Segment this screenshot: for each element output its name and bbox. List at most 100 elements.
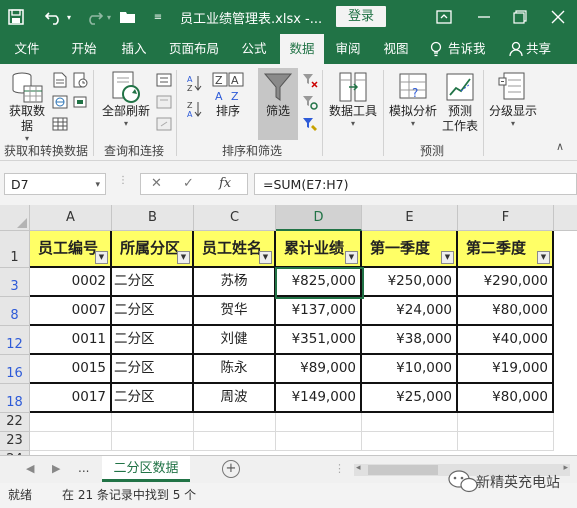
table-cell[interactable]: 0007 — [30, 297, 112, 326]
advanced-filter-icon[interactable] — [302, 116, 318, 132]
table-cell[interactable]: 苏杨 — [194, 268, 276, 297]
table-cell[interactable]: 二分区 — [112, 297, 194, 326]
table-cell[interactable]: ¥89,000 — [276, 355, 362, 384]
table-cell[interactable]: ¥137,000 — [276, 297, 362, 326]
empty-cell[interactable] — [194, 413, 276, 432]
chevron-down-icon[interactable]: ▾ — [95, 174, 100, 196]
row-header-8[interactable]: 8 — [0, 297, 30, 326]
row-header-16[interactable]: 16 — [0, 355, 30, 384]
column-header-e[interactable]: E — [362, 205, 458, 231]
filter-dropdown-icon[interactable]: ▼ — [537, 251, 550, 264]
tab-share[interactable]: 共享 — [526, 34, 558, 64]
empty-cell[interactable] — [362, 413, 458, 432]
empty-cell[interactable] — [362, 432, 458, 451]
empty-cell[interactable] — [458, 413, 554, 432]
table-cell[interactable]: ¥80,000 — [458, 384, 554, 413]
add-sheet-icon[interactable]: + — [222, 460, 240, 478]
close-icon[interactable] — [544, 5, 572, 29]
filter-dropdown-icon[interactable]: ▼ — [345, 251, 358, 264]
column-header-b[interactable]: B — [112, 205, 194, 231]
from-web-icon[interactable] — [52, 94, 68, 110]
table-cell[interactable]: 陈永 — [194, 355, 276, 384]
table-cell[interactable]: ¥19,000 — [458, 355, 554, 384]
edit-links-icon[interactable] — [156, 116, 172, 132]
scrollbar-thumb[interactable] — [368, 465, 438, 475]
empty-cell[interactable] — [458, 432, 554, 451]
recent-sources-icon[interactable] — [72, 72, 88, 88]
queries-icon[interactable] — [156, 72, 172, 88]
table-cell[interactable]: ¥80,000 — [458, 297, 554, 326]
login-button[interactable]: 登录 — [336, 6, 386, 27]
customize-icon[interactable]: ≡ — [148, 7, 168, 27]
column-header-a[interactable]: A — [30, 205, 112, 231]
formula-input[interactable]: =SUM(E7:H7) — [254, 173, 577, 195]
filter-dropdown-icon[interactable]: ▼ — [95, 251, 108, 264]
column-header-c[interactable]: C — [194, 205, 276, 231]
existing-connections-icon[interactable] — [72, 94, 88, 110]
filter-button[interactable]: 筛选 — [258, 70, 298, 119]
row-header-22[interactable]: 22 — [0, 413, 30, 432]
tab-home[interactable]: 开始 — [62, 34, 106, 64]
table-cell[interactable]: 二分区 — [112, 355, 194, 384]
table-cell[interactable]: ¥38,000 — [362, 326, 458, 355]
splitter-dots-icon[interactable]: ⋮ — [334, 462, 345, 475]
header-cell-q2[interactable]: 第二季度 ▼ — [458, 231, 554, 268]
row-header-1[interactable]: 1 — [0, 231, 30, 268]
header-cell-q1[interactable]: 第一季度 ▼ — [362, 231, 458, 268]
ribbon-display-icon[interactable] — [430, 5, 458, 29]
prev-sheet-icon[interactable]: ◀ — [26, 462, 34, 475]
more-sheets[interactable]: ... — [78, 461, 89, 475]
open-folder-icon[interactable] — [118, 7, 138, 27]
column-header-f[interactable]: F — [458, 205, 554, 231]
redo-icon[interactable] — [84, 7, 104, 27]
table-cell[interactable]: ¥290,000 — [458, 268, 554, 297]
data-tools-button[interactable]: 数据工具 ▾ — [326, 70, 380, 128]
cancel-icon[interactable]: ✕ — [151, 176, 162, 191]
table-cell[interactable]: ¥250,000 — [362, 268, 458, 297]
column-header-g[interactable] — [554, 205, 577, 231]
name-box[interactable]: D7 ▾ — [4, 173, 106, 195]
splitter-dots-icon[interactable]: ⋮ — [118, 175, 128, 186]
table-cell[interactable]: ¥10,000 — [362, 355, 458, 384]
table-cell[interactable]: 二分区 — [112, 326, 194, 355]
table-cell[interactable]: 贺华 — [194, 297, 276, 326]
table-cell[interactable]: 0011 — [30, 326, 112, 355]
empty-cell[interactable] — [276, 413, 362, 432]
refresh-all-button[interactable]: 全部刷新 ▾ — [100, 70, 152, 128]
tab-page-layout[interactable]: 页面布局 — [162, 34, 226, 64]
from-table-icon[interactable] — [52, 116, 68, 132]
tab-formulas[interactable]: 公式 — [232, 34, 276, 64]
table-cell[interactable]: 二分区 — [112, 384, 194, 413]
table-cell[interactable]: 刘健 — [194, 326, 276, 355]
row-header-3[interactable]: 3 — [0, 268, 30, 297]
sort-descending-icon[interactable]: ZA — [186, 100, 202, 119]
clear-filter-icon[interactable] — [302, 72, 318, 88]
row-header-23[interactable]: 23 — [0, 432, 30, 451]
header-cell-region[interactable]: 所属分区 ▼ — [112, 231, 194, 268]
empty-cell[interactable] — [276, 432, 362, 451]
reapply-icon[interactable] — [302, 94, 318, 110]
tab-view[interactable]: 视图 — [374, 34, 418, 64]
header-cell-employee-id[interactable]: 员工编号 ▼ — [30, 231, 112, 268]
restore-icon[interactable] — [506, 5, 534, 29]
minimize-icon[interactable] — [470, 5, 498, 29]
redo-dropdown-icon[interactable]: ▾ — [104, 7, 114, 27]
outline-button[interactable]: 分级显示 ▾ — [486, 70, 540, 128]
insert-function-icon[interactable]: fx — [219, 176, 231, 191]
tab-data[interactable]: 数据 — [280, 34, 324, 64]
undo-icon[interactable] — [44, 7, 64, 27]
table-cell[interactable]: 0015 — [30, 355, 112, 384]
collapse-ribbon-icon[interactable]: ∧ — [556, 140, 564, 153]
table-cell[interactable]: ¥24,000 — [362, 297, 458, 326]
save-icon[interactable] — [6, 7, 26, 27]
table-cell[interactable]: 0002 — [30, 268, 112, 297]
empty-cell[interactable] — [30, 413, 112, 432]
empty-cell[interactable] — [112, 432, 194, 451]
filter-applied-icon[interactable]: ▼ — [177, 251, 190, 264]
row-header-18[interactable]: 18 — [0, 384, 30, 413]
table-cell[interactable]: 0017 — [30, 384, 112, 413]
header-cell-total-performance[interactable]: 累计业绩 ▼ — [276, 231, 362, 268]
undo-dropdown-icon[interactable]: ▾ — [64, 7, 74, 27]
tab-file[interactable]: 文件 — [6, 34, 48, 64]
sheet-tab-active[interactable]: 二分区数据 — [102, 456, 190, 482]
